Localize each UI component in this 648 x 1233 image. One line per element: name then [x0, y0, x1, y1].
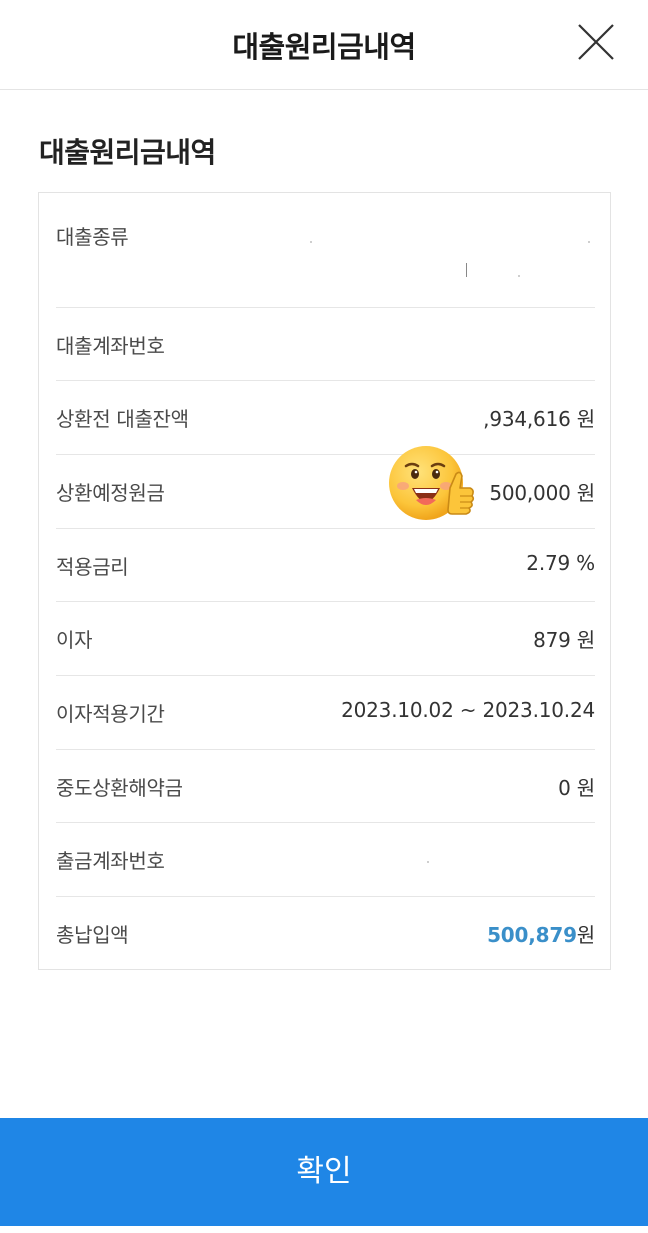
detail-value: 0 원	[558, 776, 595, 800]
detail-row-interest-rate: 적용금리 2.79 %	[56, 529, 595, 602]
detail-value: ,934,616 원	[483, 407, 595, 431]
header-bar: 대출원리금내역	[0, 0, 648, 90]
detail-row-loan-account: 대출계좌번호	[56, 308, 595, 381]
close-icon	[578, 24, 614, 60]
detail-label: 중도상환해약금	[56, 776, 183, 800]
detail-row-withdrawal-account: 출금계좌번호	[56, 823, 595, 897]
detail-value: 879 원	[533, 628, 595, 652]
detail-label: 이자적용기간	[56, 702, 165, 726]
detail-row-total-payment: 총납입액 500,879원	[56, 897, 595, 971]
detail-row-balance-before: 상환전 대출잔액 ,934,616 원	[56, 381, 595, 455]
thumbs-up-smiley-sticker	[386, 444, 478, 528]
detail-label: 대출종류	[56, 225, 129, 249]
loan-detail-card: 대출종류 대출계좌번호 상환전 대출잔액 ,934,616 원 상환예정원금 5…	[38, 192, 611, 970]
detail-label: 상환예정원금	[56, 481, 165, 505]
confirm-button[interactable]: 확인	[0, 1118, 648, 1226]
close-button[interactable]	[576, 22, 616, 62]
section-title: 대출원리금내역	[39, 136, 216, 169]
detail-label: 총납입액	[56, 923, 129, 947]
detail-label: 출금계좌번호	[56, 849, 165, 873]
header-title: 대출원리금내역	[232, 30, 416, 64]
detail-value: 2.79 %	[526, 551, 595, 575]
detail-row-scheduled-principal: 상환예정원금 500,000 원	[56, 455, 595, 529]
detail-label: 이자	[56, 628, 93, 652]
smiley-thumbs-up-icon	[389, 446, 475, 520]
detail-value: 500,000 원	[489, 481, 595, 505]
detail-row-interest: 이자 879 원	[56, 602, 595, 676]
detail-label: 상환전 대출잔액	[56, 407, 189, 431]
detail-value: 2023.10.02 ~ 2023.10.24	[341, 698, 595, 722]
detail-label: 적용금리	[56, 555, 129, 579]
total-amount: 500,879	[487, 923, 577, 947]
total-payment-value: 500,879원	[487, 919, 595, 948]
total-unit: 원	[576, 923, 595, 947]
detail-row-interest-period: 이자적용기간 2023.10.02 ~ 2023.10.24	[56, 676, 595, 750]
detail-row-early-repayment-fee: 중도상환해약금 0 원	[56, 750, 595, 823]
detail-label: 대출계좌번호	[56, 334, 165, 358]
detail-row-loan-type: 대출종류	[56, 193, 595, 308]
